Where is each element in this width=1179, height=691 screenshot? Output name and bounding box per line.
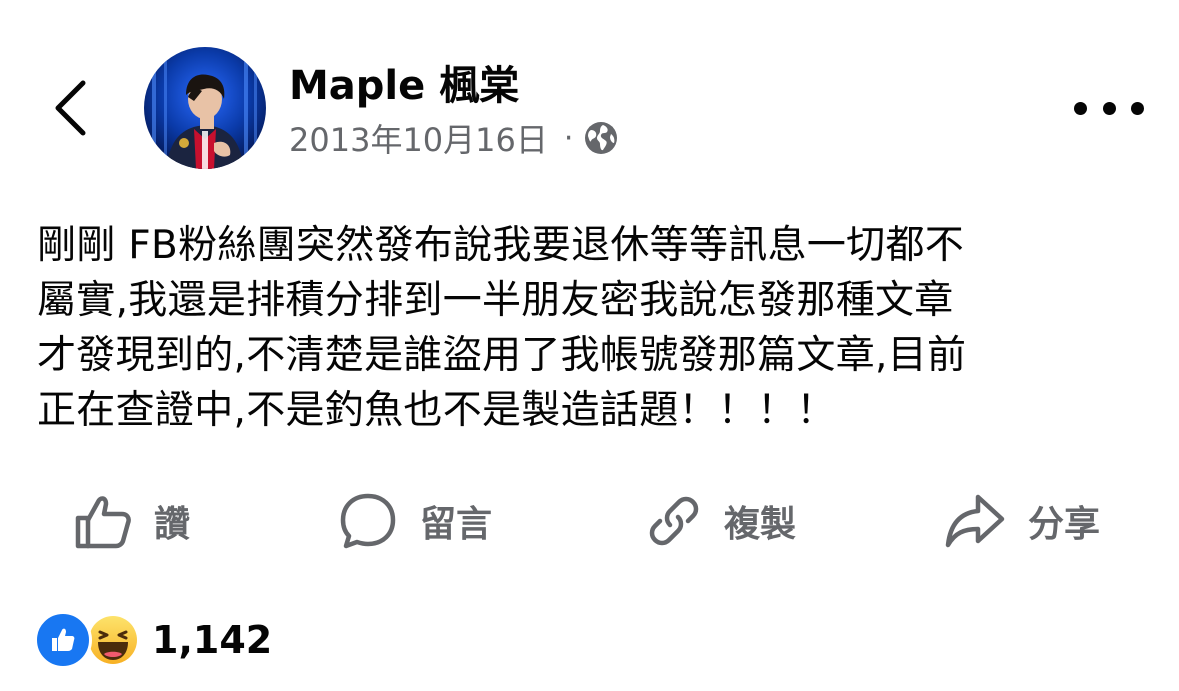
post-date[interactable]: 2013年10月16日 bbox=[289, 115, 548, 161]
copy-link-button[interactable]: 複製 bbox=[646, 478, 796, 564]
back-button[interactable] bbox=[40, 70, 100, 146]
more-options-button[interactable] bbox=[1074, 88, 1144, 128]
like-button[interactable]: 讚 bbox=[74, 478, 190, 564]
share-label: 分享 bbox=[1028, 504, 1101, 545]
more-dot bbox=[1102, 101, 1116, 115]
share-button[interactable]: 分享 bbox=[944, 478, 1100, 564]
chevron-left-icon bbox=[55, 80, 86, 136]
meta-separator: · bbox=[563, 120, 574, 156]
comment-icon bbox=[340, 493, 396, 549]
share-icon bbox=[945, 494, 1005, 548]
reaction-count: 1,142 bbox=[152, 618, 273, 662]
avatar-image bbox=[144, 47, 266, 169]
more-dot bbox=[1074, 101, 1087, 115]
link-icon bbox=[649, 496, 699, 546]
globe-icon bbox=[585, 122, 618, 154]
thumbs-up-icon bbox=[75, 496, 131, 549]
more-dot bbox=[1131, 101, 1144, 115]
post-actions: 讚 留言 複製 分享 bbox=[0, 478, 1179, 564]
post-meta: 2013年10月16日 · bbox=[289, 116, 619, 160]
post-text-line: 剛剛 FB粉絲團突然發布說我要退休等等訊息一切都不 bbox=[37, 223, 965, 268]
post-text: 剛剛 FB粉絲團突然發布說我要退休等等訊息一切都不 屬實,我還是排積分排到一半朋… bbox=[37, 218, 1147, 438]
haha-glyph bbox=[89, 616, 137, 664]
haha-reaction-icon bbox=[84, 611, 142, 669]
post-text-line: 正在查證中,不是釣魚也不是製造話題！！！！ bbox=[37, 388, 836, 433]
post-text-line: 才發現到的,不清楚是誰盜用了我帳號發那篇文章,目前 bbox=[37, 333, 967, 378]
reactions-summary[interactable]: 1,142 bbox=[34, 611, 273, 669]
like-reaction-icon bbox=[34, 611, 92, 669]
comment-button[interactable]: 留言 bbox=[338, 478, 492, 564]
copy-label: 複製 bbox=[724, 504, 797, 545]
post-text-line: 屬實,我還是排積分排到一半朋友密我說怎發那種文章 bbox=[37, 278, 954, 323]
comment-label: 留言 bbox=[420, 504, 493, 545]
post-header: Maple 楓棠 2013年10月16日 · bbox=[0, 0, 1179, 190]
thumbs-up-glyph bbox=[52, 628, 75, 651]
like-label: 讚 bbox=[154, 504, 191, 545]
avatar[interactable] bbox=[144, 47, 266, 169]
author-name[interactable]: Maple 楓棠 bbox=[289, 60, 519, 112]
